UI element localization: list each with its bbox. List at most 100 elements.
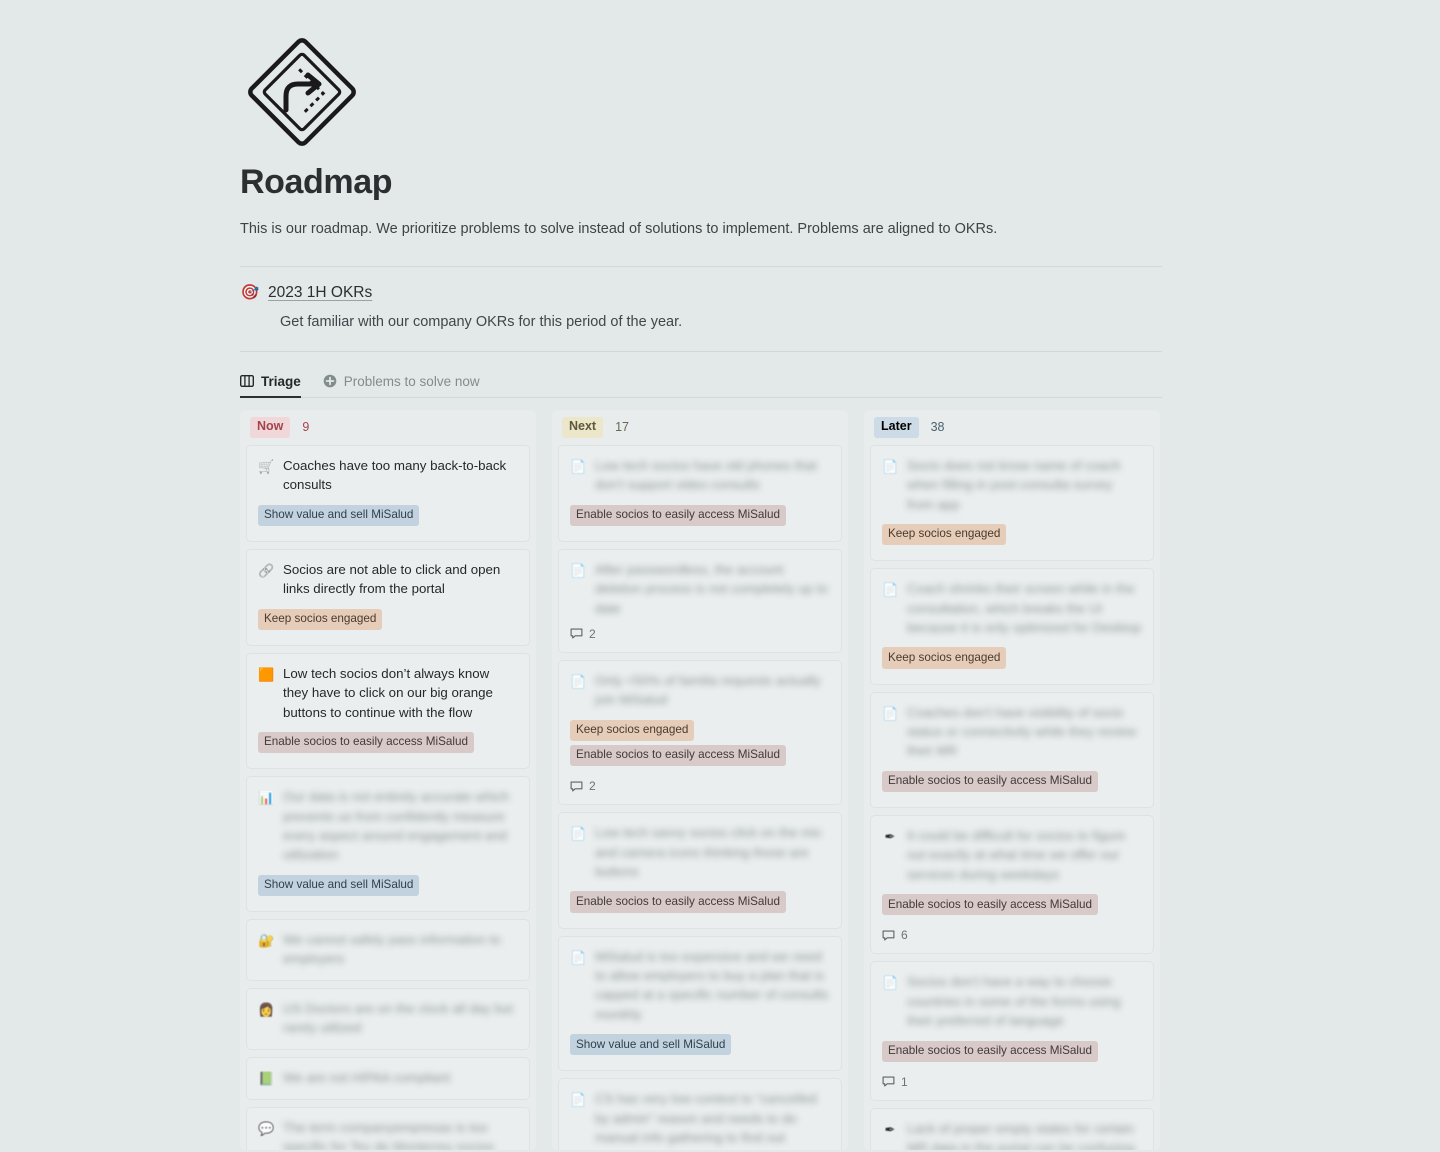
comment-count-value: 2 — [589, 779, 596, 794]
column-header: Later 38 — [870, 410, 1154, 445]
card-tag-list: Enable socios to easily access MiSalud — [882, 894, 1142, 919]
card-comment-count: 1 — [882, 1075, 1142, 1089]
card-tag[interactable]: Enable socios to easily access MiSalud — [570, 744, 786, 767]
comment-count-value: 1 — [901, 1074, 908, 1089]
roadmap-card[interactable]: 📄 After passwordless, the account deletio… — [558, 548, 842, 653]
board-column-later: Later 38 📄 Socio does not know name of coac… — [864, 409, 1160, 1150]
orange-square-icon: 🟧 — [258, 666, 275, 682]
card-tag-list: Show value and sell MiSalud — [258, 874, 518, 900]
card-tag[interactable]: Enable socios to easily access MiSalud — [882, 770, 1098, 792]
roadmap-card[interactable]: 👩 US Doctors are on the clock all day but… — [246, 987, 530, 1050]
link-icon: 🔗 — [258, 562, 275, 578]
roadmap-card[interactable]: 💬 The term companyempresas is too specifi… — [246, 1106, 530, 1150]
card-tag[interactable]: Keep socios engaged — [570, 719, 695, 741]
roadmap-card[interactable]: 📄 Socios don’t have a way to choose count… — [870, 961, 1154, 1101]
board-column-next: Next 17 📄 Low tech socios have old phones t… — [552, 409, 848, 1150]
shopping-cart-icon: 🛒 — [258, 458, 275, 474]
roadmap-card[interactable]: 📄 CS has very low context to “cancelled b… — [558, 1078, 842, 1150]
card-tag[interactable]: Keep socios engaged — [882, 647, 1007, 669]
roadmap-card[interactable]: 📄 Coach shrinks their screen while in the… — [870, 568, 1154, 685]
card-tag-list: Keep socios engaged — [258, 608, 518, 634]
comment-icon — [570, 628, 583, 639]
card-tag-list: Enable socios to easily access MiSalud — [258, 731, 518, 757]
card-title: Low tech socios don’t always know they h… — [283, 665, 493, 720]
document-icon: 📄 — [570, 458, 587, 474]
card-title: Low tech savvy socios click on the mic a… — [595, 825, 822, 879]
card-title: Low tech socios have old phones that don… — [595, 457, 817, 493]
roadmap-card[interactable]: 📄 Low tech socios have old phones that do… — [558, 444, 842, 542]
tab-problems-to-solve-now[interactable]: Problems to solve now — [323, 374, 480, 397]
document-icon: 📄 — [570, 949, 587, 965]
card-title: US Doctors are on the clock all day but … — [283, 1000, 513, 1036]
card-title: Socio does not know name of coach when f… — [907, 457, 1121, 512]
okr-banner: 🎯 2023 1H OKRs Get familiar with our com… — [240, 266, 1162, 352]
document-icon: 📄 — [882, 975, 899, 991]
card-comment-count: 6 — [882, 928, 1142, 942]
card-tag-list: Show value and sell MiSalud — [258, 504, 518, 530]
card-title: Coaches don’t have visibility of socio s… — [907, 704, 1137, 759]
card-tag[interactable]: Keep socios engaged — [882, 523, 1007, 546]
card-tag[interactable]: Enable socios to easily access MiSalud — [570, 504, 786, 526]
card-tag[interactable]: Enable socios to easily access MiSalud — [882, 1040, 1098, 1062]
comment-count-value: 2 — [589, 626, 596, 641]
roadmap-card[interactable]: ✒ Lack of proper empty states for certain… — [870, 1107, 1154, 1150]
document-icon: 📄 — [570, 1092, 587, 1108]
roadmap-card[interactable]: 📊 Our data is not entirely accurate which… — [246, 776, 530, 912]
board-columns-icon — [240, 375, 254, 388]
card-tag[interactable]: Show value and sell MiSalud — [258, 874, 420, 896]
page-subtitle: This is our roadmap. We prioritize probl… — [240, 221, 998, 238]
card-comment-count: 2 — [570, 627, 830, 641]
card-tag[interactable]: Enable socios to easily access MiSalud — [258, 731, 474, 754]
roadmap-card[interactable]: 📗 We are not HIPAA compliant — [246, 1056, 530, 1100]
card-tag[interactable]: Enable socios to easily access MiSalud — [570, 891, 786, 913]
column-header: Now 9 — [246, 410, 530, 445]
document-icon: 📄 — [882, 458, 899, 474]
document-icon: 📄 — [570, 562, 587, 578]
column-count: 38 — [930, 420, 945, 435]
roadmap-card[interactable]: 📄 Socio does not know name of coach when … — [870, 444, 1154, 562]
page-title: Roadmap — [240, 163, 393, 201]
card-tag[interactable]: Enable socios to easily access MiSalud — [882, 894, 1098, 916]
health-worker-icon: 👩 — [258, 1001, 275, 1017]
tab-problems-label: Problems to solve now — [343, 373, 480, 389]
card-tag-list: Enable socios to easily access MiSalud — [882, 770, 1142, 796]
roadmap-diamond-arrow-logo — [248, 38, 356, 146]
comment-icon — [570, 781, 583, 792]
card-tag[interactable]: Show value and sell MiSalud — [258, 504, 420, 526]
card-title: After passwordless, the account deletion… — [595, 561, 828, 616]
card-tag-list: Show value and sell MiSalud — [570, 1034, 830, 1059]
page-content: Roadmap This is our roadmap. We prioriti… — [240, 0, 1162, 1152]
roadmap-card[interactable]: 🛒 Coaches have too many back-to-back cons… — [246, 444, 530, 542]
roadmap-card[interactable]: 🟧 Low tech socios don’t always know they … — [246, 652, 530, 770]
roadmap-card[interactable]: 📄 Only <50% of familia requests actually … — [558, 659, 842, 806]
card-tag[interactable]: Keep socios engaged — [258, 608, 383, 630]
tab-triage[interactable]: Triage — [240, 374, 301, 398]
roadmap-card[interactable]: 🔐 We cannot safely pass information to em… — [246, 918, 530, 981]
document-icon: 📄 — [882, 705, 899, 721]
column-status-badge[interactable]: Later — [874, 416, 919, 438]
roadmap-card[interactable]: ✒ It could be difficult for socios to fig… — [870, 814, 1154, 955]
card-tag[interactable]: Show value and sell MiSalud — [570, 1034, 732, 1056]
okr-link[interactable]: 2023 1H OKRs — [268, 283, 372, 303]
roadmap-card[interactable]: 📄 Low tech savvy socios click on the mic … — [558, 812, 842, 929]
comment-icon — [882, 930, 895, 941]
roadmap-card[interactable]: 📄 MiSalud is too expensive and we need to… — [558, 935, 842, 1072]
card-title: We cannot safely pass information to emp… — [283, 931, 501, 967]
tabbar: Triage Problems to solve now — [240, 360, 1162, 398]
document-icon: 📄 — [882, 582, 899, 598]
roadmap-board: Now 9 🛒 Coaches have too many back-to-back … — [240, 409, 1162, 1150]
locked-with-key-icon: 🔐 — [258, 932, 275, 948]
column-header: Next 17 — [558, 410, 842, 445]
roadmap-card[interactable]: 🔗 Socios are not able to click and open l… — [246, 548, 530, 646]
card-title: Coach shrinks their screen while in the … — [907, 581, 1142, 635]
roadmap-card[interactable]: 📄 Coaches don’t have visibility of socio … — [870, 691, 1154, 808]
bar-chart-icon: 📊 — [258, 790, 275, 806]
column-count: 17 — [615, 420, 629, 435]
card-tag-list: Enable socios to easily access MiSalud — [882, 1040, 1142, 1066]
card-title: We are not HIPAA compliant — [283, 1069, 451, 1085]
column-status-badge[interactable]: Next — [562, 416, 604, 438]
speech-balloon-icon: 💬 — [258, 1120, 275, 1136]
card-title: Our data is not entirely accurate which … — [283, 789, 510, 863]
plus-circle-icon — [323, 374, 337, 388]
column-status-badge[interactable]: Now — [250, 416, 291, 438]
